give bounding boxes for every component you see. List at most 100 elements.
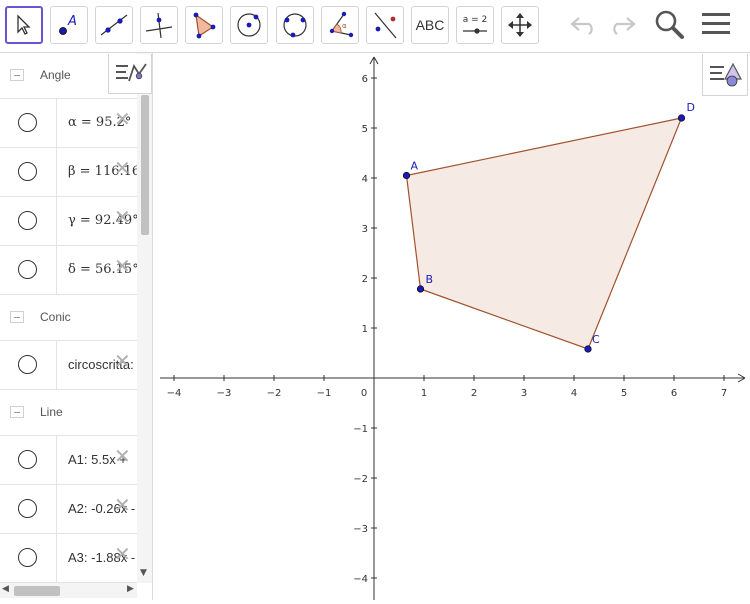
point-label-C: C — [592, 333, 600, 346]
x-tick-label: 4 — [571, 388, 577, 399]
graphics-style-bar-button[interactable] — [702, 54, 748, 96]
slider-icon: a = 2 — [460, 11, 490, 39]
delete-icon[interactable]: ✕ — [114, 256, 131, 276]
visibility-toggle[interactable] — [18, 355, 37, 374]
visibility-toggle[interactable] — [18, 499, 37, 518]
delete-icon[interactable]: ✕ — [114, 109, 131, 129]
collapse-conic-group-toggle[interactable] — [10, 311, 24, 323]
delete-icon[interactable]: ✕ — [114, 207, 131, 227]
x-tick-label: 5 — [621, 388, 627, 399]
point-D[interactable] — [677, 114, 686, 122]
visibility-toggle[interactable] — [18, 162, 37, 181]
delete-icon[interactable]: ✕ — [114, 446, 131, 466]
quadrilateral-polygon — [405, 117, 683, 350]
list-item[interactable]: circoscritta: ✕ — [0, 341, 137, 390]
line-tool-icon — [99, 12, 129, 38]
circle-center-tool-button[interactable] — [230, 6, 268, 44]
list-item[interactable]: β = 116.16° ✕ — [0, 148, 137, 197]
algebra-vertical-scroll-thumb[interactable] — [141, 95, 149, 235]
y-tick-label: 5 — [362, 124, 368, 135]
y-tick-label: −4 — [353, 574, 368, 585]
circle-three-points-icon — [281, 11, 309, 39]
delete-icon[interactable]: ✕ — [114, 544, 131, 564]
list-item[interactable]: δ = 56.15° ✕ — [0, 246, 137, 295]
x-tick-label: 6 — [671, 388, 677, 399]
point-label-A: A — [411, 160, 419, 173]
cursor-arrow-icon — [14, 14, 34, 36]
y-tick-label: −2 — [353, 474, 368, 485]
y-tick-label: 4 — [362, 174, 368, 185]
angle-icon: α — [326, 11, 354, 39]
point-tool-button[interactable]: A — [50, 6, 88, 44]
x-tick-label: 1 — [421, 388, 427, 399]
graphics-style-bar-icon — [703, 62, 749, 98]
scroll-right-arrow-icon[interactable]: ▶ — [127, 584, 134, 594]
scroll-left-arrow-icon[interactable]: ◀ — [2, 584, 9, 594]
algebra-style-bar-button[interactable] — [108, 54, 152, 94]
visibility-toggle[interactable] — [18, 548, 37, 567]
x-tick-label: 3 — [521, 388, 527, 399]
hamburger-menu-icon — [701, 11, 731, 41]
search-button[interactable] — [651, 8, 687, 44]
graphics-view[interactable]: −4 −3 −2 −1 0 1 2 3 4 5 6 7 −4 −3 −2 −1 1 2 3 4 5 6 A B C D — [153, 53, 750, 600]
circle-center-point-icon — [235, 11, 263, 39]
reflect-tool-button[interactable] — [366, 6, 404, 44]
polygon-tool-button[interactable] — [185, 6, 223, 44]
perpendicular-line-tool-button[interactable] — [140, 6, 178, 44]
y-tick-label: 3 — [362, 224, 368, 235]
main-menu-button[interactable] — [698, 8, 734, 44]
point-tool-icon: A — [55, 12, 83, 38]
collapse-line-group-toggle[interactable] — [10, 406, 24, 418]
x-tick-label: 0 — [361, 388, 367, 399]
reflect-about-line-icon — [371, 11, 399, 39]
delete-icon[interactable]: ✕ — [114, 351, 131, 371]
move-tool-button[interactable] — [5, 6, 43, 44]
collapse-angle-group-toggle[interactable] — [10, 69, 24, 81]
line-tool-button[interactable] — [95, 6, 133, 44]
visibility-toggle[interactable] — [18, 113, 37, 132]
polygon-icon — [190, 11, 218, 39]
group-line: Line — [0, 390, 137, 436]
circle-three-points-tool-button[interactable] — [276, 6, 314, 44]
visibility-toggle[interactable] — [18, 260, 37, 279]
scroll-down-arrow-icon[interactable]: ▼ — [140, 568, 147, 578]
list-item[interactable]: A1: 5.5x + ✕ — [0, 436, 137, 485]
y-tick-label: −3 — [353, 524, 368, 535]
redo-icon — [607, 12, 637, 40]
svg-text:α: α — [342, 22, 347, 30]
move-graphics-view-icon — [506, 11, 534, 39]
undo-button[interactable] — [566, 8, 602, 44]
slider-tool-button[interactable]: a = 2 — [456, 6, 494, 44]
point-B[interactable] — [416, 285, 425, 293]
y-tick-label: 1 — [362, 324, 368, 335]
delete-icon[interactable]: ✕ — [114, 158, 131, 178]
x-tick-label: −3 — [217, 388, 232, 399]
algebra-style-bar-icon — [109, 63, 153, 96]
visibility-toggle[interactable] — [18, 211, 37, 230]
text-tool-button[interactable]: ABC — [411, 6, 449, 44]
list-item[interactable]: A3: -1.88x - ✕ — [0, 534, 137, 583]
redo-button[interactable] — [604, 8, 640, 44]
x-tick-label: −1 — [317, 388, 332, 399]
point-C[interactable] — [584, 345, 592, 353]
point-label-D: D — [687, 101, 695, 114]
slider-icon-label: a = 2 — [463, 15, 488, 25]
undo-icon — [569, 12, 599, 40]
x-tick-label: −2 — [267, 388, 282, 399]
point-A[interactable] — [402, 171, 411, 180]
algebra-horizontal-scroll-thumb[interactable] — [14, 586, 60, 596]
group-name: Angle — [40, 68, 71, 82]
angle-tool-button[interactable]: α — [321, 6, 359, 44]
list-item[interactable]: α = 95.2° ✕ — [0, 99, 137, 148]
delete-icon[interactable]: ✕ — [114, 495, 131, 515]
graphics-canvas[interactable]: −4 −3 −2 −1 0 1 2 3 4 5 6 7 −4 −3 −2 −1 1 2 3 4 5 6 A B C D — [153, 53, 750, 600]
group-conic: Conic — [0, 295, 137, 341]
visibility-toggle[interactable] — [18, 450, 37, 469]
list-item[interactable]: γ = 92.49° ✕ — [0, 197, 137, 246]
point-label-B: B — [426, 273, 434, 286]
algebra-view: Angle α = 95.2° ✕ β = 116.16° ✕ γ = 92.4… — [0, 53, 153, 600]
toolbar: A α ABC a = 2 — [0, 0, 750, 53]
list-item[interactable]: A2: -0.26x - ✕ — [0, 485, 137, 534]
move-graphics-tool-button[interactable] — [501, 6, 539, 44]
y-tick-label: −1 — [353, 424, 368, 435]
